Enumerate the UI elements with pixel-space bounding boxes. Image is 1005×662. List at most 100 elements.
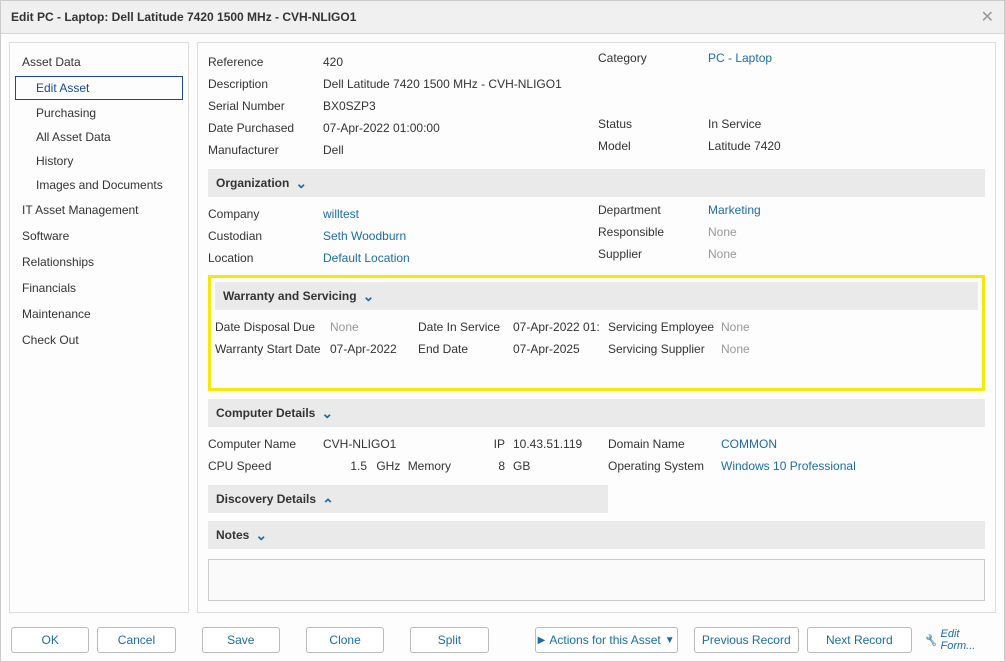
sidebar-section-relationships[interactable]: Relationships — [10, 249, 188, 275]
sidebar-item-history[interactable]: History — [10, 149, 188, 173]
description-value: Dell Latitude 7420 1500 MHz - CVH-NLIGO1 — [323, 77, 985, 91]
servicing-supplier-value: None — [721, 342, 978, 356]
status-value: In Service — [708, 117, 985, 139]
main-panel: Reference 420 Category PC - Laptop Descr… — [197, 42, 996, 613]
sidebar-item-all-asset-data[interactable]: All Asset Data — [10, 125, 188, 149]
sidebar-section-software[interactable]: Software — [10, 223, 188, 249]
ip-label: IP — [453, 437, 513, 451]
chevron-down-icon — [295, 178, 305, 188]
save-button[interactable]: Save — [202, 627, 280, 653]
chevron-down-icon — [255, 530, 265, 540]
category-value[interactable]: PC - Laptop — [708, 51, 985, 73]
discovery-title: Discovery Details — [216, 492, 316, 506]
cpu-speed-label: CPU Speed — [208, 459, 323, 473]
computer-name-value: CVH-NLIGO1 — [323, 437, 453, 451]
footer: OK Cancel Save Clone Split ▶ Actions for… — [1, 621, 1004, 661]
domain-name-label: Domain Name — [608, 437, 721, 451]
date-purchased-value: 07-Apr-2022 01:00:00 — [323, 121, 593, 135]
disposal-label: Date Disposal Due — [215, 320, 330, 334]
serial-label: Serial Number — [208, 99, 323, 113]
wrench-icon: 🔧 — [924, 634, 938, 647]
actions-button[interactable]: ▶ Actions for this Asset ▼ — [535, 627, 678, 653]
location-label: Location — [208, 251, 323, 265]
clone-button[interactable]: Clone — [306, 627, 384, 653]
organization-header[interactable]: Organization — [208, 169, 985, 197]
discovery-details-header[interactable]: Discovery Details — [208, 485, 608, 513]
ok-button[interactable]: OK — [11, 627, 89, 653]
supplier-label: Supplier — [598, 247, 708, 269]
custodian-value[interactable]: Seth Woodburn — [323, 229, 593, 243]
cpu-speed-value: 1.5 — [323, 459, 373, 473]
custodian-label: Custodian — [208, 229, 323, 243]
servicing-supplier-label: Servicing Supplier — [608, 342, 721, 356]
sidebar-section-asset-data[interactable]: Asset Data — [10, 49, 188, 75]
date-purchased-label: Date Purchased — [208, 121, 323, 135]
department-value[interactable]: Marketing — [708, 203, 985, 225]
computer-name-label: Computer Name — [208, 437, 323, 451]
chevron-down-icon — [363, 291, 373, 301]
memory-label: Memory — [408, 459, 451, 473]
company-value[interactable]: willtest — [323, 207, 593, 221]
sidebar-item-edit-asset[interactable]: Edit Asset — [15, 76, 183, 100]
sidebar-section-checkout[interactable]: Check Out — [10, 327, 188, 353]
edit-form-label: Edit Form... — [941, 628, 994, 652]
servicing-employee-label: Servicing Employee — [608, 320, 721, 334]
status-label: Status — [598, 117, 708, 139]
organization-title: Organization — [216, 176, 289, 190]
os-label: Operating System — [608, 459, 721, 473]
computer-details-title: Computer Details — [216, 406, 315, 420]
location-value[interactable]: Default Location — [323, 251, 593, 265]
company-label: Company — [208, 207, 323, 221]
chevron-down-icon — [321, 408, 331, 418]
close-icon[interactable]: ✕ — [981, 7, 994, 27]
window-title: Edit PC - Laptop: Dell Latitude 7420 150… — [11, 10, 356, 24]
date-in-service-value: 07-Apr-2022 01: — [513, 320, 608, 334]
computer-details-header[interactable]: Computer Details — [208, 399, 985, 427]
dropdown-icon: ▼ — [665, 635, 675, 646]
warranty-start-label: Warranty Start Date — [215, 342, 330, 356]
sidebar: Asset Data Edit Asset Purchasing All Ass… — [9, 42, 189, 613]
actions-label: Actions for this Asset — [549, 633, 660, 647]
responsible-value: None — [708, 225, 985, 247]
cpu-unit: GHz — [376, 459, 400, 473]
warranty-highlight: Warranty and Servicing Date Disposal Due… — [208, 275, 985, 391]
notes-textarea[interactable] — [208, 559, 985, 601]
sidebar-section-financials[interactable]: Financials — [10, 275, 188, 301]
edit-form-link[interactable]: 🔧 Edit Form... — [924, 628, 994, 652]
date-in-service-label: Date In Service — [418, 320, 513, 334]
supplier-value: None — [708, 247, 985, 269]
sidebar-item-purchasing[interactable]: Purchasing — [10, 101, 188, 125]
notes-header[interactable]: Notes — [208, 521, 985, 549]
serial-value: BX0SZP3 — [323, 99, 593, 113]
titlebar: Edit PC - Laptop: Dell Latitude 7420 150… — [1, 1, 1004, 34]
manufacturer-value: Dell — [323, 143, 593, 157]
manufacturer-label: Manufacturer — [208, 143, 323, 157]
servicing-employee-value: None — [721, 320, 978, 334]
chevron-up-icon — [322, 494, 332, 504]
cancel-button[interactable]: Cancel — [97, 627, 175, 653]
reference-label: Reference — [208, 55, 323, 69]
sidebar-item-images-documents[interactable]: Images and Documents — [10, 173, 188, 197]
category-label: Category — [598, 51, 708, 73]
domain-name-value[interactable]: COMMON — [721, 437, 985, 451]
model-value: Latitude 7420 — [708, 139, 985, 161]
reference-value: 420 — [323, 55, 593, 69]
notes-title: Notes — [216, 528, 249, 542]
model-label: Model — [598, 139, 708, 161]
end-date-value: 07-Apr-2025 — [513, 342, 608, 356]
disposal-value: None — [330, 320, 418, 334]
previous-record-button[interactable]: Previous Record — [694, 627, 799, 653]
memory-unit: GB — [513, 459, 530, 473]
os-value[interactable]: Windows 10 Professional — [721, 459, 985, 473]
play-icon: ▶ — [538, 635, 546, 646]
memory-value: 8 — [498, 459, 505, 473]
warranty-header[interactable]: Warranty and Servicing — [215, 282, 978, 310]
sidebar-section-it-asset[interactable]: IT Asset Management — [10, 197, 188, 223]
sidebar-section-maintenance[interactable]: Maintenance — [10, 301, 188, 327]
warranty-start-value: 07-Apr-2022 — [330, 342, 418, 356]
next-record-button[interactable]: Next Record — [807, 627, 912, 653]
warranty-title: Warranty and Servicing — [223, 289, 357, 303]
split-button[interactable]: Split — [410, 627, 488, 653]
department-label: Department — [598, 203, 708, 225]
responsible-label: Responsible — [598, 225, 708, 247]
